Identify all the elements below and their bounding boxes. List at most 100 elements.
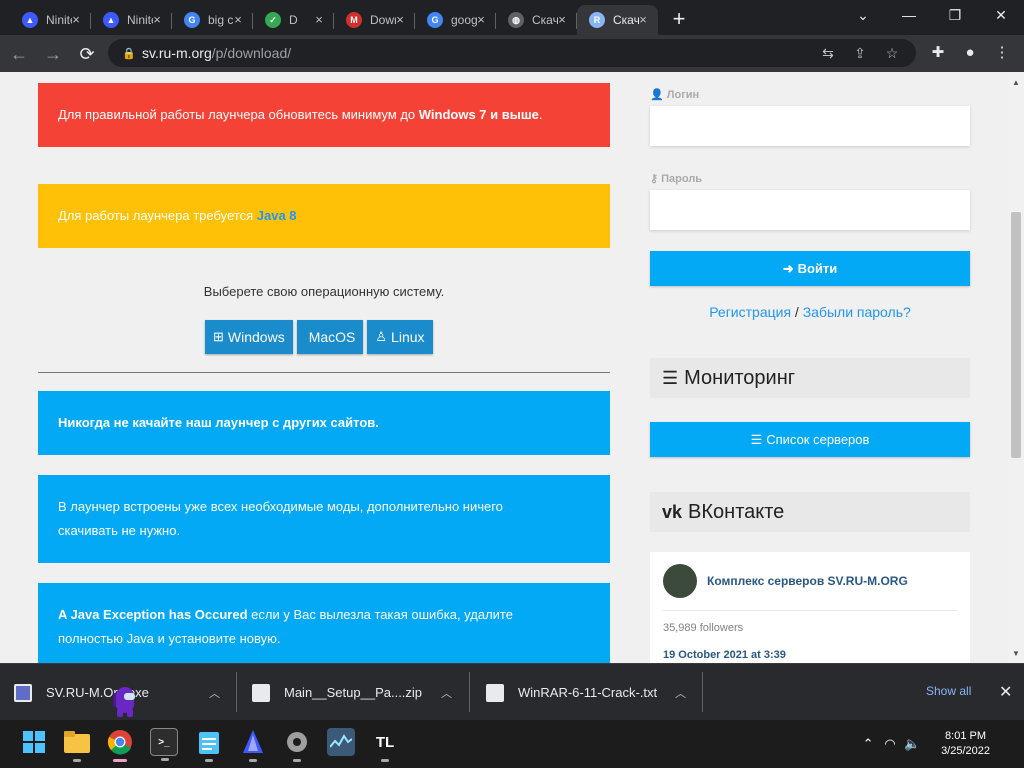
browser-tab[interactable]: Ggoog ×: [415, 5, 496, 35]
notice-no-other-sites: Никогда не качайте наш лаунчер с других …: [38, 391, 610, 455]
user-icon: 👤: [650, 89, 664, 101]
os-button-group: ⊞ Windows MacOS ♙ Linux: [205, 320, 433, 354]
heading-text: Мониторинг: [684, 366, 796, 389]
share-icon[interactable]: ⇪: [844, 43, 876, 63]
login-button[interactable]: ➜ Войти: [650, 251, 970, 286]
alert-java-required: Для работы лаунчера требуется Java 8: [38, 184, 610, 248]
taskbar: >_ TL ⌃ ◠ 🔈 8:01 PM 3/25/2022: [0, 720, 1024, 768]
browser-tab[interactable]: MDown×: [334, 5, 415, 35]
checkbox-icon: ✓: [265, 12, 281, 28]
windows-button[interactable]: ⊞ Windows: [205, 320, 293, 354]
clock-time: 8:01 PM: [945, 730, 987, 742]
translate-icon[interactable]: ⇆: [812, 43, 844, 63]
linux-button[interactable]: ♙ Linux: [367, 320, 433, 354]
button-label: Войти: [797, 261, 838, 276]
windows-start-icon[interactable]: [20, 728, 48, 756]
settings-gear-icon[interactable]: [283, 728, 311, 762]
page-content: Для правильной работы лаунчера обновитес…: [0, 72, 1008, 663]
auth-links: Регистрация / Забыли пароль?: [650, 304, 970, 320]
close-tab-icon[interactable]: ×: [636, 13, 650, 27]
chevron-up-icon[interactable]: ⌃: [857, 736, 879, 752]
vk-group-link[interactable]: Комплекс серверов SV.RU-M.ORG: [707, 574, 908, 588]
close-tab-icon[interactable]: ×: [393, 13, 407, 27]
zip-file-icon: [252, 683, 270, 702]
heading-text: ВКонтакте: [688, 500, 785, 523]
browser-tab[interactable]: ✓ D ×: [253, 5, 334, 35]
reload-button[interactable]: ⟳: [72, 39, 102, 69]
menu-icon[interactable]: ⋮: [986, 39, 1018, 67]
vk-post-date[interactable]: 19 October 2021 at 3:39: [663, 649, 786, 661]
scroll-thumb[interactable]: [1011, 212, 1021, 458]
button-label: Список серверов: [766, 432, 870, 447]
back-button[interactable]: ←: [4, 39, 34, 69]
chrome-icon[interactable]: [106, 728, 134, 762]
profile-icon[interactable]: ●: [954, 39, 986, 67]
address-bar[interactable]: 🔒 sv.ru-m.org/p/download/ ⇆ ⇪ ☆: [108, 39, 916, 67]
terminal-icon[interactable]: >_: [150, 728, 178, 761]
r-icon: R: [589, 12, 605, 28]
alert-text: Для правильной работы лаунчера обновитес…: [58, 107, 419, 122]
download-item[interactable]: Main__Setup__Pa....zip ︿: [252, 664, 452, 721]
password-input[interactable]: [650, 190, 970, 230]
vk-icon: vk: [662, 501, 683, 522]
star-icon[interactable]: ☆: [876, 43, 908, 63]
notice-text-line1: В лаунчер встроены уже всех необходимые …: [58, 499, 503, 514]
close-window-button[interactable]: ✕: [978, 0, 1024, 30]
os-prompt: Выберете свою операционную систему.: [203, 284, 445, 299]
close-icon[interactable]: ✕: [999, 682, 1012, 702]
java-link[interactable]: Java 8: [257, 208, 297, 223]
clock[interactable]: 8:01 PM 3/25/2022: [941, 729, 990, 759]
tlauncher-icon[interactable]: TL: [371, 728, 399, 762]
close-tab-icon[interactable]: ×: [474, 13, 488, 27]
minimize-button[interactable]: —: [886, 0, 932, 30]
close-tab-icon[interactable]: ×: [231, 13, 245, 27]
lock-icon[interactable]: 🔒: [122, 47, 136, 60]
browser-tab[interactable]: ▲Ninite×: [10, 5, 91, 35]
macos-button[interactable]: MacOS: [296, 320, 364, 354]
scroll-down-icon[interactable]: ▼: [1012, 649, 1020, 658]
download-item[interactable]: WinRAR-6-11-Crack-.txt ︿: [486, 664, 686, 721]
browser-tab[interactable]: ▲Ninite×: [91, 5, 172, 35]
chevron-up-icon[interactable]: ︿: [441, 685, 452, 701]
browser-tab[interactable]: Gbig ch×: [172, 5, 253, 35]
chevron-up-icon[interactable]: ︿: [675, 685, 686, 701]
forgot-password-link[interactable]: Забыли пароль?: [803, 304, 911, 320]
scroll-up-icon[interactable]: ▲: [1012, 78, 1020, 87]
server-list-button[interactable]: ☰ Список серверов: [650, 422, 970, 457]
alert-text: Для работы лаунчера требуется: [58, 208, 257, 223]
chevron-up-icon[interactable]: ︿: [209, 685, 220, 701]
page-scrollbar[interactable]: ▲ ▼: [1008, 72, 1024, 663]
url-host: sv.ru-m.org: [142, 45, 212, 61]
login-label: 👤 Логин: [650, 88, 699, 101]
avatar[interactable]: [663, 564, 697, 598]
show-all-downloads-button[interactable]: Show all: [926, 684, 971, 698]
notice-text: Никогда не качайте наш лаунчер с других …: [58, 415, 379, 430]
system-tray: ⌃ ◠ 🔈 8:01 PM 3/25/2022: [857, 720, 1024, 768]
browser-toolbar: ← → ⟳ 🔒 sv.ru-m.org/p/download/ ⇆ ⇪ ☆ ✚ …: [0, 35, 1024, 72]
clock-date: 3/25/2022: [941, 745, 990, 757]
linux-icon: ♙: [375, 329, 388, 344]
ninite-icon[interactable]: [239, 728, 267, 762]
file-explorer-icon[interactable]: [63, 728, 91, 762]
login-label-text: Логин: [666, 89, 700, 101]
google-icon: G: [184, 12, 200, 28]
new-tab-button[interactable]: +: [664, 5, 694, 35]
forward-button[interactable]: →: [38, 39, 68, 69]
notepad-icon[interactable]: [195, 728, 223, 762]
volume-icon[interactable]: 🔈: [901, 736, 923, 752]
register-link[interactable]: Регистрация: [709, 304, 791, 320]
download-shelf: SV.RU-M.Or...exe ︿ Main__Setup__Pa....zi…: [0, 663, 1024, 720]
login-input[interactable]: [650, 106, 970, 146]
close-tab-icon[interactable]: ×: [69, 13, 83, 27]
browser-tab[interactable]: RСкача×: [577, 5, 658, 35]
performance-monitor-icon[interactable]: [327, 728, 355, 756]
chevron-down-icon[interactable]: ⌄: [840, 0, 886, 30]
wifi-icon[interactable]: ◠: [879, 736, 901, 752]
close-tab-icon[interactable]: ×: [312, 13, 326, 27]
close-tab-icon[interactable]: ×: [555, 13, 569, 27]
sign-in-icon: ➜: [782, 260, 794, 276]
browser-tab[interactable]: ◍Скача×: [496, 5, 577, 35]
extensions-icon[interactable]: ✚: [922, 39, 954, 67]
close-tab-icon[interactable]: ×: [150, 13, 164, 27]
maximize-button[interactable]: ❐: [932, 0, 978, 30]
